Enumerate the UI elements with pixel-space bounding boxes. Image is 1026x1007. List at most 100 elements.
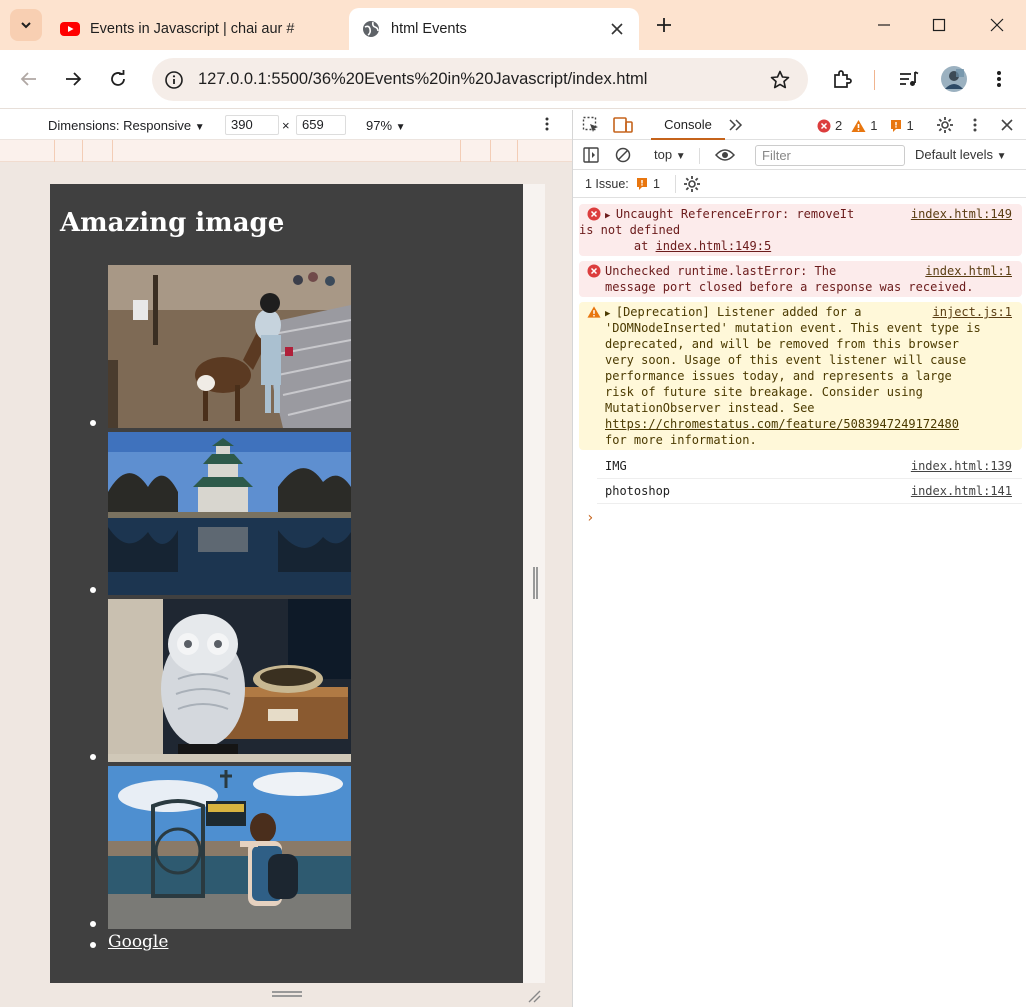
source-link[interactable]: index.html:149 [911, 206, 1012, 222]
more-vertical-icon [545, 117, 549, 131]
deer-image[interactable] [108, 265, 351, 428]
source-link[interactable]: inject.js:1 [933, 304, 1012, 320]
minimize-button[interactable] [861, 6, 907, 44]
console-error-message[interactable]: ▶ Uncaught ReferenceError: removeIt is n… [579, 204, 1022, 256]
viewport-stage: Amazing image Google [0, 162, 572, 1007]
issue-counters[interactable]: 2 1 1 [817, 118, 917, 133]
devtools-settings-button[interactable] [935, 115, 955, 135]
context-label: top [654, 147, 673, 162]
message-separator [597, 478, 1022, 479]
zoom-dropdown[interactable]: 97% ▼ [366, 118, 406, 133]
caret-down-icon: ▼ [395, 122, 406, 133]
message-line: IMG [605, 459, 627, 473]
device-more-button[interactable] [545, 117, 549, 134]
width-input[interactable]: 390 [225, 115, 279, 135]
inspect-element-button[interactable] [582, 116, 600, 134]
console-prompt[interactable]: › [586, 510, 594, 526]
tab-title: Events in Javascript | chai aur # [90, 21, 295, 37]
owl-figurine-image[interactable] [108, 599, 351, 762]
google-link[interactable]: Google [108, 932, 168, 952]
close-icon [990, 18, 1004, 32]
reload-icon [111, 70, 125, 86]
profile-avatar[interactable] [938, 63, 970, 95]
list-item [50, 599, 351, 762]
new-tab-button[interactable] [652, 12, 676, 38]
tab-search-button[interactable] [10, 9, 42, 41]
console-error-message[interactable]: Unchecked runtime.lastError: The message… [579, 261, 1022, 297]
close-window-button[interactable] [974, 6, 1020, 44]
resize-handle-bottom[interactable] [272, 991, 302, 997]
device-toggle-button[interactable] [613, 116, 633, 134]
maximize-button[interactable] [916, 6, 962, 44]
extensions-button[interactable] [827, 64, 857, 94]
chromestatus-link[interactable]: https://chromestatus.com/feature/5083947… [605, 416, 959, 432]
tab-console[interactable]: Console [651, 110, 725, 140]
block-icon [615, 147, 631, 163]
clear-console-button[interactable] [615, 147, 631, 163]
live-expression-button[interactable] [714, 147, 736, 163]
back-button[interactable] [14, 64, 44, 94]
expand-triangle-icon[interactable]: ▶ [605, 211, 616, 221]
playlist-music-icon [900, 71, 919, 86]
log-levels-dropdown[interactable]: Default levels ▼ [915, 147, 1007, 162]
bridge-woman-image[interactable] [108, 766, 351, 929]
bookmark-star-icon[interactable] [768, 68, 792, 92]
more-vertical-icon [997, 71, 1001, 87]
address-bar[interactable]: 127.0.0.1:5500/36%20Events%20in%20Javasc… [152, 58, 808, 101]
console-warning-message[interactable]: ▶ [Deprecation] Listener added for a 'DO… [579, 302, 1022, 450]
message-separator [597, 503, 1022, 504]
devtools-more-button[interactable] [971, 117, 979, 133]
reload-button[interactable] [103, 64, 133, 94]
resize-handle-right[interactable] [533, 567, 538, 599]
error-icon [817, 119, 831, 132]
more-tabs-button[interactable] [727, 116, 745, 134]
height-input[interactable]: 659 [296, 115, 346, 135]
expand-triangle-icon[interactable]: ▶ [605, 309, 616, 319]
page-heading: Amazing image [60, 208, 285, 238]
console-filter-input[interactable]: Filter [755, 145, 905, 166]
castle-image[interactable] [108, 432, 351, 595]
resize-corner-icon[interactable] [527, 989, 541, 1003]
arrow-left-icon [20, 72, 36, 86]
media-controls-button[interactable] [894, 64, 924, 94]
close-devtools-button[interactable] [999, 117, 1015, 133]
device-toolbar: Dimensions: Responsive ▼ 390 × 659 97% ▼ [0, 110, 572, 140]
message-line: performance issues today, and represents… [605, 369, 952, 383]
console-log-message[interactable]: IMG index.html:139 [579, 456, 1022, 476]
tab-youtube[interactable]: Events in Javascript | chai aur # [50, 8, 340, 50]
device-mode-icon [613, 117, 633, 133]
puzzle-icon [834, 70, 852, 88]
navigation-bar: 127.0.0.1:5500/36%20Events%20in%20Javasc… [0, 50, 1026, 109]
globe-icon [363, 21, 379, 37]
source-link[interactable]: index.html:139 [911, 458, 1012, 474]
stack-link[interactable]: index.html:149:5 [656, 239, 772, 253]
list-bullet [90, 420, 96, 426]
close-tab-icon[interactable] [605, 17, 629, 41]
browser-menu-button[interactable] [984, 64, 1014, 94]
toggle-sidebar-button[interactable] [583, 147, 599, 163]
url-text[interactable]: 127.0.0.1:5500/36%20Events%20in%20Javasc… [198, 70, 647, 89]
emulated-page: Amazing image Google [50, 184, 523, 983]
dimensions-dropdown[interactable]: Dimensions: Responsive ▼ [48, 118, 205, 133]
double-chevron-right-icon [729, 119, 743, 131]
list-bullet [90, 942, 96, 948]
error-icon [587, 207, 601, 221]
source-link[interactable]: index.html:141 [911, 483, 1012, 499]
media-query-ruler[interactable] [0, 140, 572, 162]
zoom-value: 97% [366, 118, 393, 133]
toolbar-divider [675, 175, 676, 193]
source-link[interactable]: index.html:1 [925, 263, 1012, 279]
ruler-tick [517, 140, 518, 162]
issues-bar[interactable]: 1 Issue: 1 [573, 170, 1026, 198]
gear-icon[interactable] [683, 175, 701, 193]
devtools-tab-bar: Console 2 1 1 [573, 110, 1026, 140]
context-selector[interactable]: top ▼ [654, 147, 686, 162]
forward-button[interactable] [58, 64, 88, 94]
message-line: Unchecked runtime.lastError: The [605, 264, 837, 278]
site-info-icon[interactable] [162, 68, 186, 92]
console-log-message[interactable]: photoshop index.html:141 [579, 481, 1022, 501]
inspect-icon [582, 116, 598, 132]
message-line: at [605, 239, 656, 253]
message-line: [Deprecation] Listener added for a [615, 305, 862, 319]
tab-html-events[interactable]: html Events [349, 8, 639, 50]
